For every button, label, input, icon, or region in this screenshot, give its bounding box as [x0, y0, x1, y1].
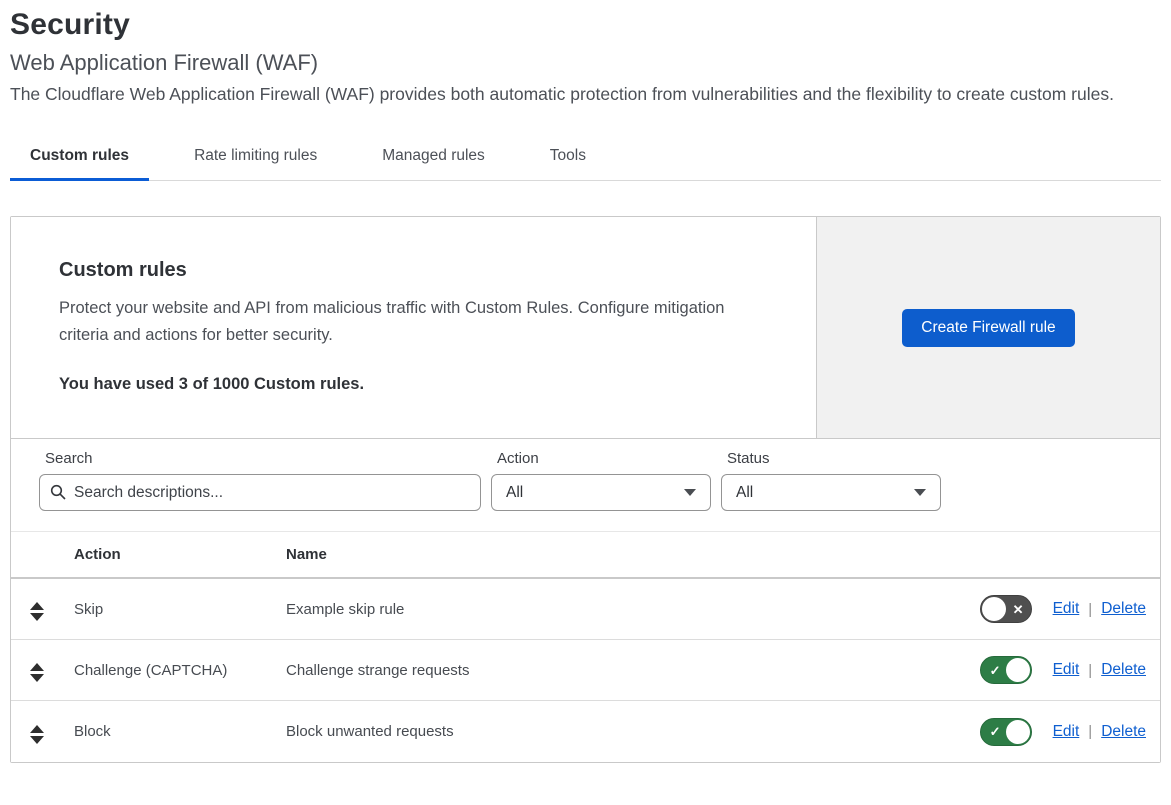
column-header-name: Name — [286, 546, 327, 564]
column-header-action: Action — [74, 546, 121, 564]
chevron-down-icon — [914, 489, 926, 497]
toggle-knob — [981, 597, 1006, 622]
toggle-knob — [1005, 658, 1030, 683]
tab-tools[interactable]: Tools — [530, 138, 606, 180]
table-header: Action Name — [11, 531, 1160, 580]
rule-action: Block — [74, 723, 111, 741]
delete-link[interactable]: Delete — [1101, 600, 1146, 618]
drag-handle-icon[interactable] — [30, 724, 44, 744]
tab-custom-rules[interactable]: Custom rules — [10, 138, 150, 182]
action-filter-value: All — [506, 483, 524, 501]
table-row: Block Block unwanted requests ✓ Edit | D… — [11, 701, 1160, 763]
tab-managed-rules[interactable]: Managed rules — [362, 138, 505, 180]
filter-bar: Search Action All Status — [11, 438, 1160, 531]
search-filter: Search — [39, 450, 481, 512]
status-filter-label: Status — [727, 450, 770, 468]
card-header-section: Custom rules Protect your website and AP… — [11, 217, 1160, 439]
rule-action: Skip — [74, 600, 104, 618]
delete-link[interactable]: Delete — [1101, 723, 1146, 741]
rule-name: Block unwanted requests — [286, 723, 454, 741]
toggle-state-icon: ✓ — [989, 724, 1001, 740]
link-separator: | — [1088, 600, 1093, 618]
rule-enabled-toggle[interactable]: ✕ — [979, 595, 1032, 624]
search-input[interactable] — [39, 474, 481, 512]
security-page: Security Web Application Firewall (WAF) … — [0, 0, 1171, 764]
chevron-down-icon — [684, 489, 696, 497]
status-filter-value: All — [736, 483, 754, 501]
edit-link[interactable]: Edit — [1053, 723, 1080, 741]
status-filter-select[interactable]: All — [721, 474, 941, 512]
rule-enabled-toggle[interactable]: ✓ — [979, 656, 1032, 685]
table-row: Skip Example skip rule ✕ Edit | Delete — [11, 579, 1160, 641]
usage-summary: You have used 3 of 1000 Custom rules. — [59, 375, 365, 394]
drag-handle-icon[interactable] — [30, 663, 44, 683]
create-firewall-rule-button[interactable]: Create Firewall rule — [902, 308, 1075, 347]
toggle-state-icon: ✕ — [1012, 601, 1024, 617]
toggle-knob — [1005, 719, 1030, 744]
drag-handle-icon[interactable] — [30, 602, 44, 622]
rule-name: Challenge strange requests — [286, 661, 470, 679]
link-separator: | — [1088, 723, 1093, 741]
action-filter-select[interactable]: All — [491, 474, 711, 512]
toggle-state-icon: ✓ — [989, 662, 1001, 678]
table-row: Challenge (CAPTCHA) Challenge strange re… — [11, 640, 1160, 702]
page-description: The Cloudflare Web Application Firewall … — [10, 84, 1114, 104]
link-separator: | — [1088, 661, 1093, 679]
delete-link[interactable]: Delete — [1101, 661, 1146, 679]
card-title: Custom rules — [59, 259, 187, 282]
rule-enabled-toggle[interactable]: ✓ — [979, 717, 1032, 746]
rule-name: Example skip rule — [286, 600, 405, 618]
search-icon — [50, 485, 66, 500]
search-label: Search — [45, 450, 93, 468]
action-filter: Action All — [491, 450, 711, 512]
action-filter-label: Action — [497, 450, 539, 468]
tab-bar: Custom rules Rate limiting rules Managed… — [10, 138, 1161, 182]
page-title: Security — [10, 8, 130, 41]
custom-rules-card: Custom rules Protect your website and AP… — [10, 216, 1161, 764]
card-description: Protect your website and API from malici… — [59, 299, 725, 344]
edit-link[interactable]: Edit — [1053, 661, 1080, 679]
tab-rate-limiting-rules[interactable]: Rate limiting rules — [174, 138, 337, 180]
card-action-panel: Create Firewall rule — [816, 217, 1160, 439]
status-filter: Status All — [721, 450, 941, 512]
edit-link[interactable]: Edit — [1053, 600, 1080, 618]
card-header-text: Custom rules Protect your website and AP… — [11, 217, 816, 439]
rule-action: Challenge (CAPTCHA) — [74, 661, 228, 679]
page-subtitle: Web Application Firewall (WAF) — [10, 50, 319, 75]
